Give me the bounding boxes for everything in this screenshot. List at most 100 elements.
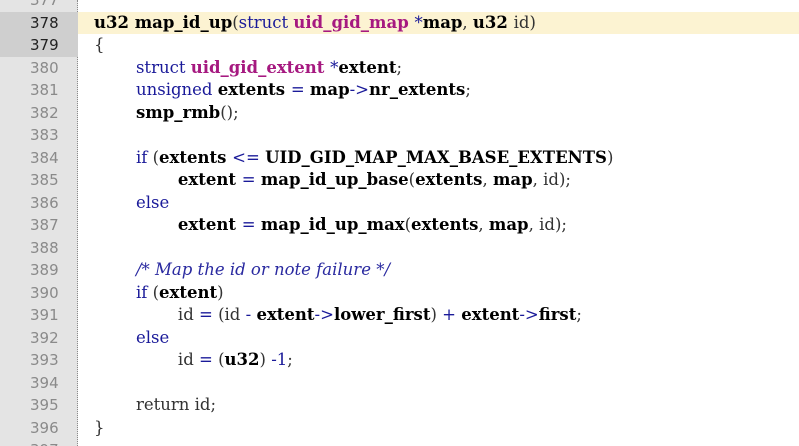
code-token: -> bbox=[519, 305, 539, 324]
code-token: ) bbox=[430, 305, 443, 324]
code-token: map_id_up_max bbox=[260, 215, 405, 234]
line-code[interactable]: struct uid_gid_extent *extent; bbox=[94, 57, 402, 80]
code-line[interactable]: 377 bbox=[0, 0, 799, 12]
code-token: UID_GID_MAP_MAX_BASE_EXTENTS bbox=[265, 147, 607, 167]
code-token: <= bbox=[232, 147, 266, 167]
line-number[interactable]: 386 bbox=[0, 192, 78, 215]
line-number[interactable]: 382 bbox=[0, 102, 78, 125]
code-token: extent bbox=[256, 305, 315, 324]
code-token: ; bbox=[396, 57, 403, 77]
line-code[interactable]: extent = map_id_up_base(extents, map, id… bbox=[94, 169, 571, 192]
code-token: -1 bbox=[271, 350, 288, 369]
line-number[interactable]: 380 bbox=[0, 57, 78, 80]
code-line[interactable]: 391 id = (id - extent->lower_first) + ex… bbox=[0, 304, 799, 327]
line-code[interactable]: if (extent) bbox=[94, 282, 224, 305]
code-token: } bbox=[94, 417, 105, 437]
line-code[interactable]: id = (u32) -1; bbox=[94, 349, 293, 372]
line-code[interactable]: else bbox=[94, 327, 169, 350]
line-code[interactable]: u32 map_id_up(struct uid_gid_map *map, u… bbox=[94, 12, 536, 35]
code-token: extent bbox=[461, 305, 520, 324]
code-line[interactable]: 378 u32 map_id_up(struct uid_gid_map *map… bbox=[0, 11, 799, 35]
line-code[interactable]: { bbox=[94, 34, 105, 57]
line-number[interactable]: 395 bbox=[0, 394, 78, 417]
code-editor[interactable]: 377 378 u32 map_id_up(struct uid_gid_map *… bbox=[0, 0, 799, 446]
line-number[interactable]: 378 bbox=[0, 11, 78, 34]
code-token: = bbox=[241, 215, 261, 234]
code-line[interactable]: 397 bbox=[0, 439, 799, 446]
line-code[interactable]: smp_rmb(); bbox=[94, 102, 239, 125]
line-number[interactable]: 396 bbox=[0, 417, 78, 440]
line-code[interactable]: unsigned extents = map->nr_extents; bbox=[94, 79, 471, 102]
code-token: id bbox=[194, 395, 211, 414]
code-lines[interactable]: 377 378 u32 map_id_up(struct uid_gid_map *… bbox=[0, 0, 799, 446]
code-line[interactable]: 395 return id; bbox=[0, 394, 799, 417]
code-line[interactable]: 392 else bbox=[0, 327, 799, 350]
line-number[interactable]: 392 bbox=[0, 327, 78, 350]
code-token: extents bbox=[411, 215, 479, 234]
line-code[interactable]: else bbox=[94, 192, 169, 215]
code-token: ) bbox=[259, 350, 272, 369]
line-number[interactable]: 384 bbox=[0, 147, 78, 170]
code-token: id bbox=[224, 305, 246, 324]
line-number[interactable]: 394 bbox=[0, 372, 78, 395]
code-token: u32 bbox=[472, 12, 514, 32]
line-number[interactable]: 388 bbox=[0, 237, 78, 260]
code-token: ) bbox=[529, 12, 536, 32]
code-token: ; bbox=[210, 395, 217, 414]
code-line[interactable]: 388 bbox=[0, 237, 799, 260]
code-token: extent bbox=[177, 215, 242, 234]
code-line[interactable]: 382 smp_rmb(); bbox=[0, 102, 799, 125]
code-line[interactable]: 389 /* Map the id or note failure */ bbox=[0, 259, 799, 282]
code-token: map bbox=[309, 80, 350, 99]
code-token: else bbox=[135, 327, 170, 347]
line-number[interactable]: 387 bbox=[0, 214, 78, 237]
code-token: ; bbox=[576, 305, 582, 324]
code-line[interactable]: 379 { bbox=[0, 34, 799, 57]
code-token: , bbox=[532, 170, 544, 189]
line-code[interactable]: return id; bbox=[94, 394, 216, 417]
code-line[interactable]: 396} bbox=[0, 417, 799, 440]
code-line[interactable]: 384 if (extents <= UID_GID_MAP_MAX_BASE_… bbox=[0, 147, 799, 170]
line-number[interactable]: 397 bbox=[0, 439, 78, 446]
line-code[interactable]: /* Map the id or note failure */ bbox=[94, 259, 390, 282]
code-token: extent bbox=[338, 57, 397, 77]
code-token: struct bbox=[238, 12, 294, 32]
code-line[interactable]: 387 extent = map_id_up_max(extents, map,… bbox=[0, 214, 799, 237]
line-number[interactable]: 381 bbox=[0, 79, 78, 102]
line-code[interactable]: if (extents <= UID_GID_MAP_MAX_BASE_EXTE… bbox=[94, 147, 613, 170]
code-token: smp_rmb bbox=[135, 102, 221, 122]
line-number[interactable]: 390 bbox=[0, 282, 78, 305]
line-number[interactable]: 383 bbox=[0, 124, 78, 147]
line-code[interactable]: id = (id - extent->lower_first) + extent… bbox=[94, 304, 582, 327]
code-line[interactable]: 383 bbox=[0, 124, 799, 147]
code-line[interactable]: 381 unsigned extents = map->nr_extents; bbox=[0, 79, 799, 102]
line-number[interactable]: 379 bbox=[0, 34, 78, 57]
code-line[interactable]: 380 struct uid_gid_extent *extent; bbox=[0, 57, 799, 80]
code-token: ; bbox=[465, 80, 471, 99]
line-number[interactable]: 385 bbox=[0, 169, 78, 192]
code-token: + bbox=[442, 305, 462, 324]
line-number[interactable]: 393 bbox=[0, 349, 78, 372]
line-number[interactable]: 389 bbox=[0, 259, 78, 282]
line-code[interactable]: extent = map_id_up_max(extents, map, id)… bbox=[94, 214, 567, 237]
code-token: id bbox=[177, 350, 200, 369]
line-code[interactable]: } bbox=[94, 417, 105, 440]
code-line[interactable]: 390 if (extent) bbox=[0, 282, 799, 305]
line-number[interactable]: 391 bbox=[0, 304, 78, 327]
code-token: , bbox=[462, 12, 473, 32]
code-line[interactable]: 394 bbox=[0, 372, 799, 395]
code-token: ) bbox=[606, 147, 614, 167]
code-line[interactable]: 386 else bbox=[0, 192, 799, 215]
line-number[interactable]: 377 bbox=[0, 0, 78, 12]
code-line[interactable]: 385 extent = map_id_up_base(extents, map… bbox=[0, 169, 799, 192]
code-token: map bbox=[488, 215, 529, 234]
code-line[interactable]: 393 id = (u32) -1; bbox=[0, 349, 799, 372]
code-token: = bbox=[241, 170, 261, 189]
code-token: struct bbox=[135, 57, 191, 77]
code-token: first bbox=[538, 305, 577, 324]
